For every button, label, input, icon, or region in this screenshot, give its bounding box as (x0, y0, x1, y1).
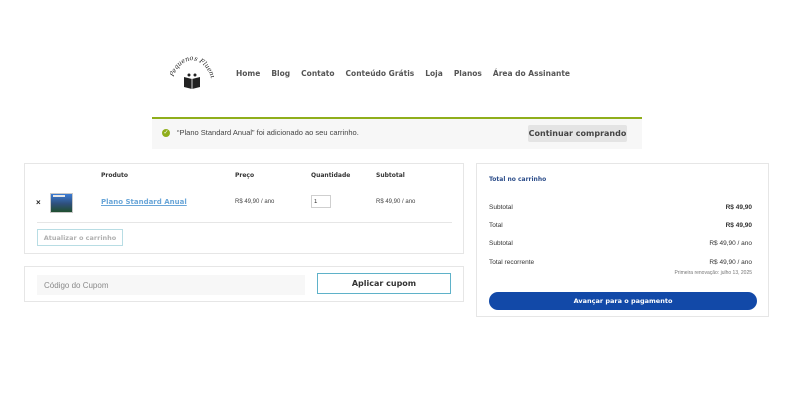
recurring-subtotal-value: R$ 49,90 / ano (709, 240, 752, 247)
column-header-preco: Preço (235, 172, 255, 179)
nav-contato[interactable]: Contato (301, 69, 334, 78)
update-cart-button[interactable]: Atualizar o carrinho (37, 229, 123, 246)
nav-home[interactable]: Home (236, 69, 260, 78)
book-logo-icon: Pequenos Fluentes (170, 56, 214, 89)
subtotal-label: Subtotal (489, 204, 513, 211)
row-divider (37, 222, 452, 223)
nav-area-assinante[interactable]: Área do Assinante (493, 69, 570, 78)
check-circle-icon: ✓ (162, 129, 170, 137)
main-nav: Home Blog Contato Conteúdo Grátis Loja P… (236, 69, 570, 78)
quantity-input[interactable] (311, 195, 331, 208)
apply-coupon-button[interactable]: Aplicar cupom (317, 273, 451, 294)
recurring-subtotal-label: Subtotal (489, 240, 513, 247)
renewal-date: Primeira renovação: julho 13, 2025 (674, 270, 752, 276)
total-label: Total (489, 222, 503, 229)
continue-shopping-button[interactable]: Continuar comprando (528, 125, 627, 142)
remove-item-icon[interactable]: × (36, 198, 41, 207)
column-header-produto: Produto (101, 172, 129, 179)
cart-totals: Total no carrinho Subtotal R$ 49,90 Tota… (476, 163, 769, 317)
nav-conteudo-gratis[interactable]: Conteúdo Grátis (346, 69, 415, 78)
item-subtotal: R$ 49,90 / ano (376, 199, 416, 205)
recurring-total-value: R$ 49,90 / ano (709, 259, 752, 266)
totals-title: Total no carrinho (489, 176, 547, 183)
nav-loja[interactable]: Loja (425, 69, 443, 78)
column-header-subtotal: Subtotal (376, 172, 405, 179)
product-thumbnail[interactable] (50, 193, 73, 213)
site-header: Pequenos Fluentes Home Blog Contato Cont… (170, 56, 570, 96)
product-link[interactable]: Plano Standard Anual (101, 198, 187, 206)
coupon-input[interactable] (37, 275, 305, 295)
nav-blog[interactable]: Blog (271, 69, 290, 78)
coupon-section: Aplicar cupom (24, 266, 464, 302)
cart-table: Produto Preço Quantidade Subtotal × Plan… (24, 163, 464, 254)
recurring-total-label: Total recorrente (489, 259, 535, 266)
logo-text: Pequenos Fluentes (170, 56, 214, 80)
notice-message: “Plano Standard Anual” foi adicionado ao… (177, 128, 359, 137)
column-header-quantidade: Quantidade (311, 172, 351, 179)
cart-notice: ✓ “Plano Standard Anual” foi adicionado … (152, 117, 642, 149)
subtotal-value: R$ 49,90 (725, 204, 752, 211)
svg-text:Pequenos Fluentes: Pequenos Fluentes (170, 56, 214, 80)
checkout-button[interactable]: Avançar para o pagamento (489, 292, 757, 310)
item-price: R$ 49,90 / ano (235, 199, 275, 205)
nav-planos[interactable]: Planos (454, 69, 482, 78)
total-value: R$ 49,90 (725, 222, 752, 229)
site-logo[interactable]: Pequenos Fluentes (170, 56, 214, 92)
